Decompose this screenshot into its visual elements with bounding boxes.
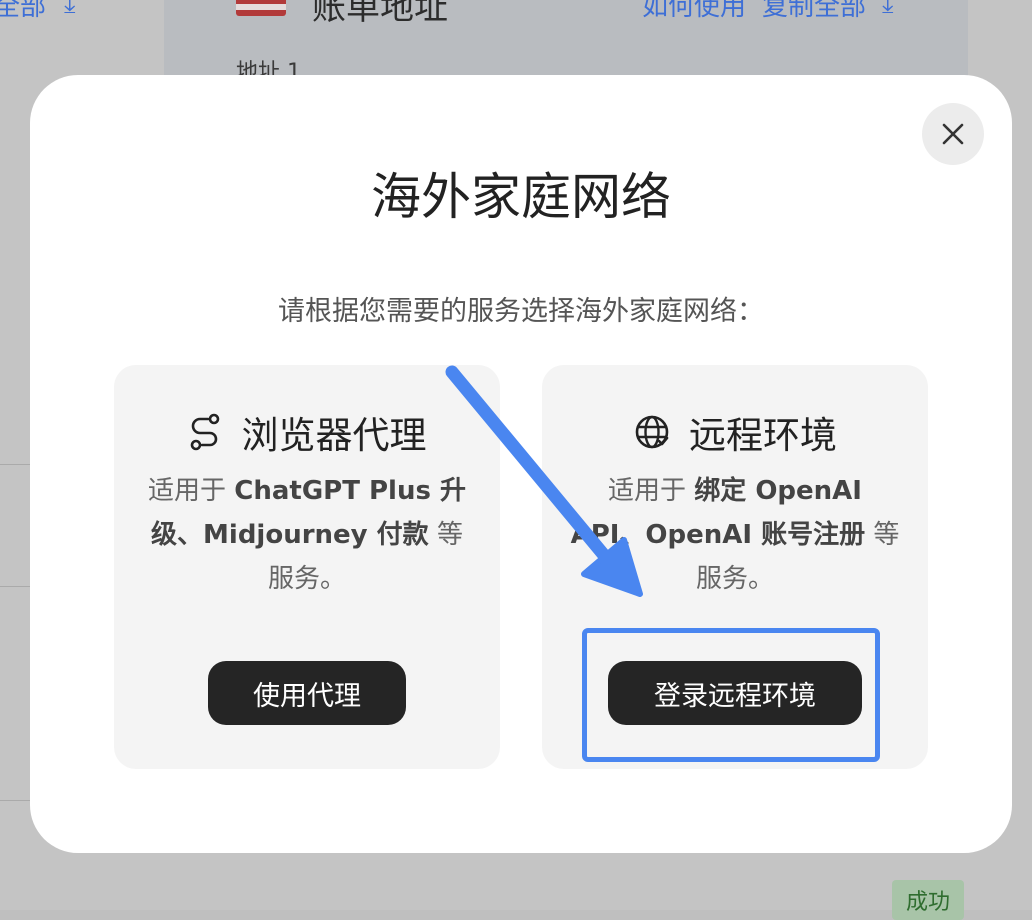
divider	[0, 464, 30, 465]
close-icon	[942, 123, 964, 145]
card-header: 远程环境	[542, 405, 928, 459]
copy-all-link: 复制全部	[762, 0, 867, 22]
card-title: 远程环境	[689, 414, 837, 457]
route-icon	[190, 413, 219, 451]
divider	[0, 586, 30, 587]
copy-all-link-partial: 全部 ⤓	[0, 0, 76, 23]
card-header: 浏览器代理	[114, 405, 500, 459]
card-title: 浏览器代理	[241, 414, 427, 457]
how-to-use-link: 如何使用	[642, 0, 747, 22]
browser-proxy-card: 浏览器代理 适用于 ChatGPT Plus 升级、Midjourney 付款 …	[114, 365, 500, 769]
modal-subtitle: 请根据您需要的服务选择海外家庭网络：	[278, 296, 764, 327]
use-proxy-button[interactable]: 使用代理	[208, 661, 406, 725]
card-description: 适用于 绑定 OpenAI API、OpenAI 账号注册 等服务。	[570, 469, 900, 601]
remote-environment-card: 远程环境 适用于 绑定 OpenAI API、OpenAI 账号注册 等服务。 …	[542, 365, 928, 769]
modal-title: 海外家庭网络	[371, 168, 671, 226]
close-button[interactable]	[922, 103, 984, 165]
desc-prefix: 适用于	[608, 476, 695, 506]
desc-prefix: 适用于	[147, 476, 235, 506]
card-actions: 如何使用 复制全部 ⤓	[642, 0, 894, 23]
card-description: 适用于 ChatGPT Plus 升级、Midjourney 付款 等服务。	[142, 469, 472, 601]
download-icon: ⤓	[882, 0, 894, 19]
home-network-modal: 海外家庭网络 请根据您需要的服务选择海外家庭网络： 浏览器代理 适用于 Chat…	[30, 75, 1012, 853]
download-icon: ⤓	[64, 0, 76, 19]
status-badge: 成功	[892, 880, 965, 920]
billing-address-title: 账单地址	[312, 0, 448, 28]
globe-icon	[635, 415, 669, 449]
login-remote-environment-button[interactable]: 登录远程环境	[608, 661, 862, 725]
bg-top-left-text: 全部	[0, 0, 47, 22]
divider	[0, 800, 30, 801]
us-flag-icon	[236, 0, 286, 16]
